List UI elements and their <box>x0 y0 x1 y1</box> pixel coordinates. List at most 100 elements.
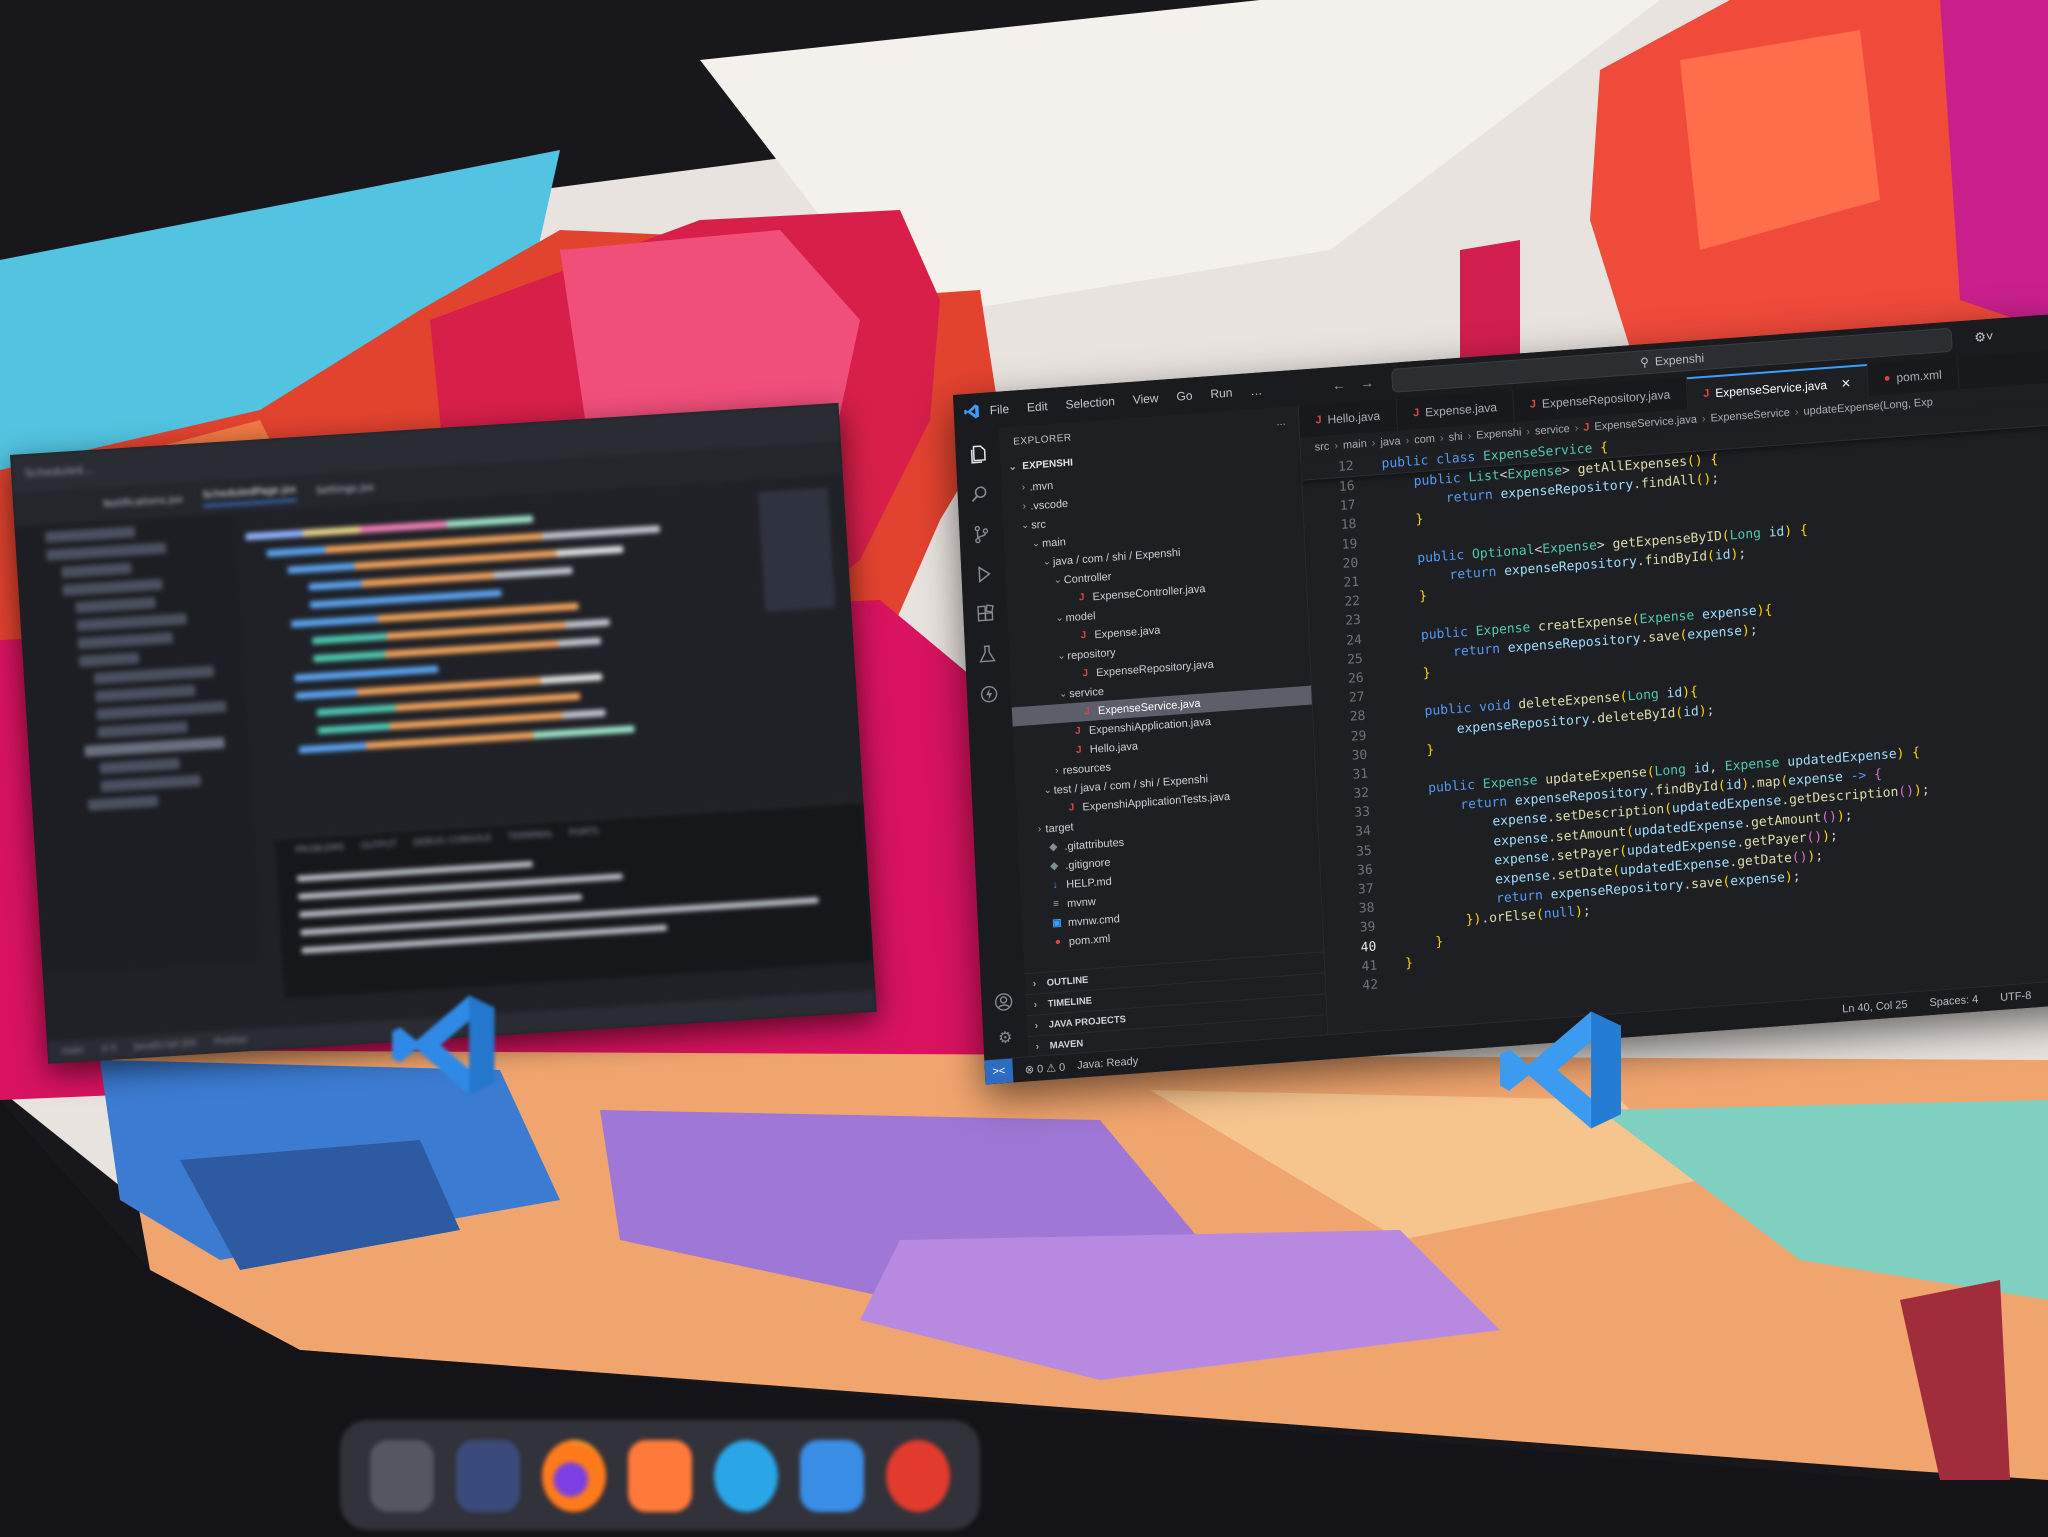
settings-gear-icon[interactable]: ⚙ <box>994 1026 1017 1050</box>
section-label: OUTLINE <box>1046 974 1089 989</box>
source-control-icon[interactable] <box>970 522 993 546</box>
section-label: TIMELINE <box>1047 994 1093 1010</box>
vscode-desktop-logo-icon <box>1500 1011 1621 1129</box>
tree-item-label: repository <box>1067 646 1116 662</box>
xml-file-icon: ● <box>1054 936 1062 949</box>
search-icon[interactable] <box>968 483 991 507</box>
breadcrumb-separator-icon: › <box>1334 439 1339 453</box>
menu-selection[interactable]: Selection <box>1065 394 1115 412</box>
line-code: } <box>1418 589 1428 605</box>
copilot-icon[interactable]: ⚙˅ <box>1974 329 1994 346</box>
git-file-icon: ◆ <box>1050 860 1059 873</box>
forward-arrow-icon[interactable]: → <box>1360 374 1375 391</box>
dock-app-icon[interactable] <box>714 1440 778 1512</box>
terminal-tab[interactable]: PORTS <box>569 827 599 839</box>
tree-item-label: Expense.java <box>1094 623 1161 641</box>
tab-label: pom.xml <box>1896 367 1943 385</box>
file-tree: › .mvn › .vscode ⌄ src ⌄ main ⌄ java / com / shi … <box>1001 458 1323 955</box>
status-indentation[interactable]: Spaces: 4 <box>1929 994 1978 1010</box>
chevron-right-icon: › <box>1054 765 1059 777</box>
terminal-tab[interactable]: PROBLEMS <box>295 843 345 856</box>
breadcrumb-item[interactable]: main <box>1343 438 1367 452</box>
tree-item-label: .mvn <box>1029 479 1054 494</box>
status-java[interactable]: Java: Ready <box>1077 1055 1139 1071</box>
dock-app-icon[interactable] <box>456 1440 520 1512</box>
terminal-tab[interactable]: TERMINAL <box>507 830 553 843</box>
menu-run[interactable]: Run <box>1210 386 1233 402</box>
line-code: } <box>1426 742 1435 758</box>
menu-go[interactable]: Go <box>1176 388 1193 403</box>
file-icon: ≡ <box>1052 898 1060 911</box>
left-tab[interactable]: ScheduledPage.jsx <box>202 483 297 507</box>
breadcrumb-item[interactable]: java <box>1380 435 1401 448</box>
status-problems[interactable]: ⊗ 0 ⚠ 0 <box>1025 1060 1066 1076</box>
breadcrumb-item[interactable]: ExpenseService.java <box>1594 414 1697 434</box>
left-tab[interactable]: Settings.jsx <box>316 482 375 497</box>
firefox-icon[interactable] <box>542 1440 606 1512</box>
left-window-minimap[interactable] <box>757 487 836 612</box>
breadcrumb-item[interactable]: shi <box>1448 431 1463 444</box>
java-file-icon: J <box>1583 421 1590 434</box>
dock-app-icon[interactable] <box>800 1440 864 1512</box>
section-label: MAVEN <box>1049 1037 1084 1052</box>
explorer-icon[interactable] <box>966 443 989 467</box>
menu-more[interactable]: … <box>1250 383 1263 398</box>
chevron-right-icon: › <box>1033 998 1038 1011</box>
terminal-tab[interactable]: OUTPUT <box>360 839 397 851</box>
status-branch[interactable]: main <box>61 1046 84 1057</box>
code-editor[interactable]: 16 public List<Expense> getAllExpenses()… <box>1302 425 2048 999</box>
menu-file[interactable]: File <box>989 402 1009 417</box>
vscode-window[interactable]: File Edit Selection View Go Run … ← → ⚲ … <box>953 313 2048 1085</box>
left-tab[interactable]: Notifications.jsx <box>103 494 183 510</box>
menu-edit[interactable]: Edit <box>1027 399 1048 415</box>
status-problems[interactable]: 0 0 <box>102 1044 117 1055</box>
account-icon[interactable] <box>992 990 1015 1014</box>
chevron-down-icon: ⌄ <box>1056 650 1066 663</box>
command-center-label: Expenshi <box>1654 350 1705 369</box>
status-encoding[interactable]: UTF-8 <box>2000 990 2032 1004</box>
breadcrumb-item[interactable]: Expenshi <box>1476 426 1522 441</box>
dock-app-icon[interactable] <box>370 1440 434 1512</box>
xml-file-icon: ● <box>1883 372 1891 385</box>
status-language[interactable]: JavaScript JSX <box>134 1038 197 1052</box>
explorer-more-icon[interactable]: … <box>1276 416 1287 428</box>
line-code: } <box>1435 934 1444 950</box>
tab-label: ExpenseRepository.java <box>1541 387 1671 411</box>
remote-indicator-icon[interactable]: >< <box>984 1058 1014 1085</box>
breadcrumb-item[interactable]: ExpenseService <box>1710 407 1790 425</box>
java-file-icon: J <box>1412 406 1420 420</box>
dock-app-icon[interactable] <box>628 1440 692 1512</box>
menu-view[interactable]: View <box>1132 391 1158 407</box>
back-arrow-icon[interactable]: ← <box>1332 376 1347 393</box>
editor-area: J Hello.java J Expense.java J ExpenseReposito… <box>1298 349 2048 1036</box>
run-debug-icon[interactable] <box>972 562 995 586</box>
breadcrumb-item[interactable]: src <box>1314 441 1329 454</box>
close-icon[interactable]: ✕ <box>1841 376 1852 391</box>
editor-tab[interactable]: ● pom.xml <box>1867 357 1960 396</box>
dock-app-icon[interactable] <box>886 1440 950 1512</box>
status-cursor-position[interactable]: Ln 40, Col 25 <box>1842 999 1908 1016</box>
status-formatter[interactable]: Prettier <box>214 1035 248 1047</box>
breadcrumb-item[interactable]: service <box>1535 423 1570 438</box>
chevron-down-icon: ⌄ <box>1053 574 1063 587</box>
spring-boot-icon[interactable] <box>978 682 1001 706</box>
chevron-right-icon: › <box>1035 1040 1040 1053</box>
tab-label: Hello.java <box>1327 408 1381 427</box>
breadcrumb-item[interactable]: com <box>1414 433 1435 447</box>
terminal-tab[interactable]: DEBUG CONSOLE <box>413 834 492 849</box>
extensions-icon[interactable] <box>974 602 997 626</box>
tree-item-label: .gitignore <box>1064 856 1111 872</box>
background-vscode-window[interactable]: Scheduled... Notifications.jsx Scheduled… <box>10 402 877 1064</box>
testing-icon[interactable] <box>976 642 999 666</box>
tree-item-label: src <box>1030 518 1047 532</box>
java-file-icon: J <box>1529 398 1537 411</box>
tree-item-label: Hello.java <box>1089 739 1139 756</box>
